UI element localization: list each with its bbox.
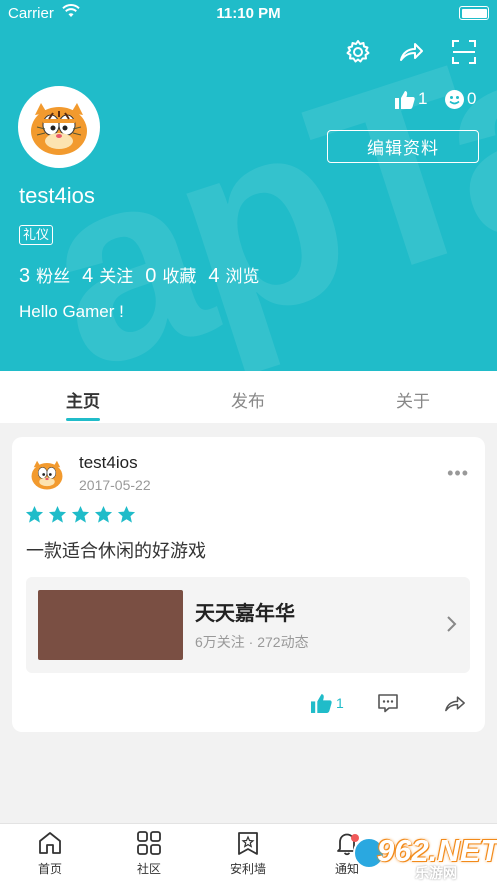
game-link-card[interactable]: 天天嘉年华 6万关注 · 272动态 [26,577,470,673]
game-meta: 6万关注 · 272动态 [195,634,309,650]
battery-icon [459,6,489,20]
stat-favorites[interactable]: 0 收藏 [145,262,196,288]
review-text: 一款适合休闲的好游戏 [26,541,206,561]
profile-header: apTap Carrier 11:10 PM 1 0 编辑资料 test4ios… [0,0,497,371]
star-icon [71,505,90,523]
star-icon [117,505,136,523]
profile-tabs: 主页 发布 关于 [0,371,497,423]
home-icon [39,832,61,854]
garfield-avatar-icon [26,453,68,495]
active-tab-indicator [66,418,100,421]
tab-posts[interactable]: 发布 [198,387,298,412]
garfield-avatar-icon [21,89,97,165]
post-share-button[interactable] [443,691,467,715]
post-like-button[interactable]: 1 [311,691,344,715]
smile-face-icon [445,89,464,109]
grid-icon [137,831,161,855]
profile-username: test4ios [19,183,95,208]
site-watermark: 962.NET 乐游网 [353,833,497,881]
nav-home-label: 首页 [37,862,62,876]
comment-icon [378,694,398,713]
scan-icon[interactable] [450,38,478,66]
nav-recommend-wall[interactable]: 安利墙 [213,830,283,877]
post-avatar[interactable] [26,453,68,495]
nav-community-label: 社区 [136,862,161,876]
stat-following[interactable]: 4 关注 [82,262,133,288]
post-date: 2017-05-22 [79,477,151,493]
profile-avatar[interactable] [18,86,100,168]
nav-community[interactable]: 社区 [114,830,184,877]
share-icon [445,696,465,712]
star-icon [48,505,67,523]
status-bar: Carrier 11:10 PM [0,0,497,26]
more-options-icon[interactable]: ••• [447,463,469,484]
game-thumbnail [38,590,183,660]
rating-stars [25,505,136,524]
profile-stats: 3 粉丝 4 关注 0 收藏 4 浏览 [19,262,272,288]
chevron-right-icon [447,616,457,632]
user-tag[interactable]: 礼仪 [19,225,54,245]
profile-bio: Hello Gamer ! [19,302,124,321]
status-time: 11:10 PM [216,5,281,22]
stat-views[interactable]: 4 浏览 [208,262,259,288]
star-icon [94,505,113,523]
thumbs-up-icon [311,694,332,713]
nav-home[interactable]: 首页 [15,830,85,877]
settings-gear-icon[interactable] [344,38,372,66]
tab-home[interactable]: 主页 [33,387,133,412]
review-card[interactable]: test4ios 2017-05-22 ••• 一款适合休闲的好游戏 天天嘉年华… [12,437,485,732]
tab-about[interactable]: 关于 [363,387,463,412]
smile-count: 0 [467,89,477,108]
smile-stat[interactable]: 0 [445,89,476,109]
post-username[interactable]: test4ios [79,453,138,473]
site-watermark-name: 乐游网 [415,865,457,881]
share-icon[interactable] [397,38,425,66]
like-count: 1 [418,89,428,108]
game-title: 天天嘉年华 [195,603,295,625]
star-badge-icon [238,832,258,855]
star-icon [25,505,44,523]
thumbs-up-icon [395,90,415,109]
comment-button[interactable] [377,691,399,715]
nav-recommend-label: 安利墙 [229,862,266,876]
edit-profile-button[interactable]: 编辑资料 [327,130,479,163]
stat-followers[interactable]: 3 粉丝 [19,262,70,288]
like-stat[interactable]: 1 [395,89,427,109]
post-like-count: 1 [336,695,344,711]
